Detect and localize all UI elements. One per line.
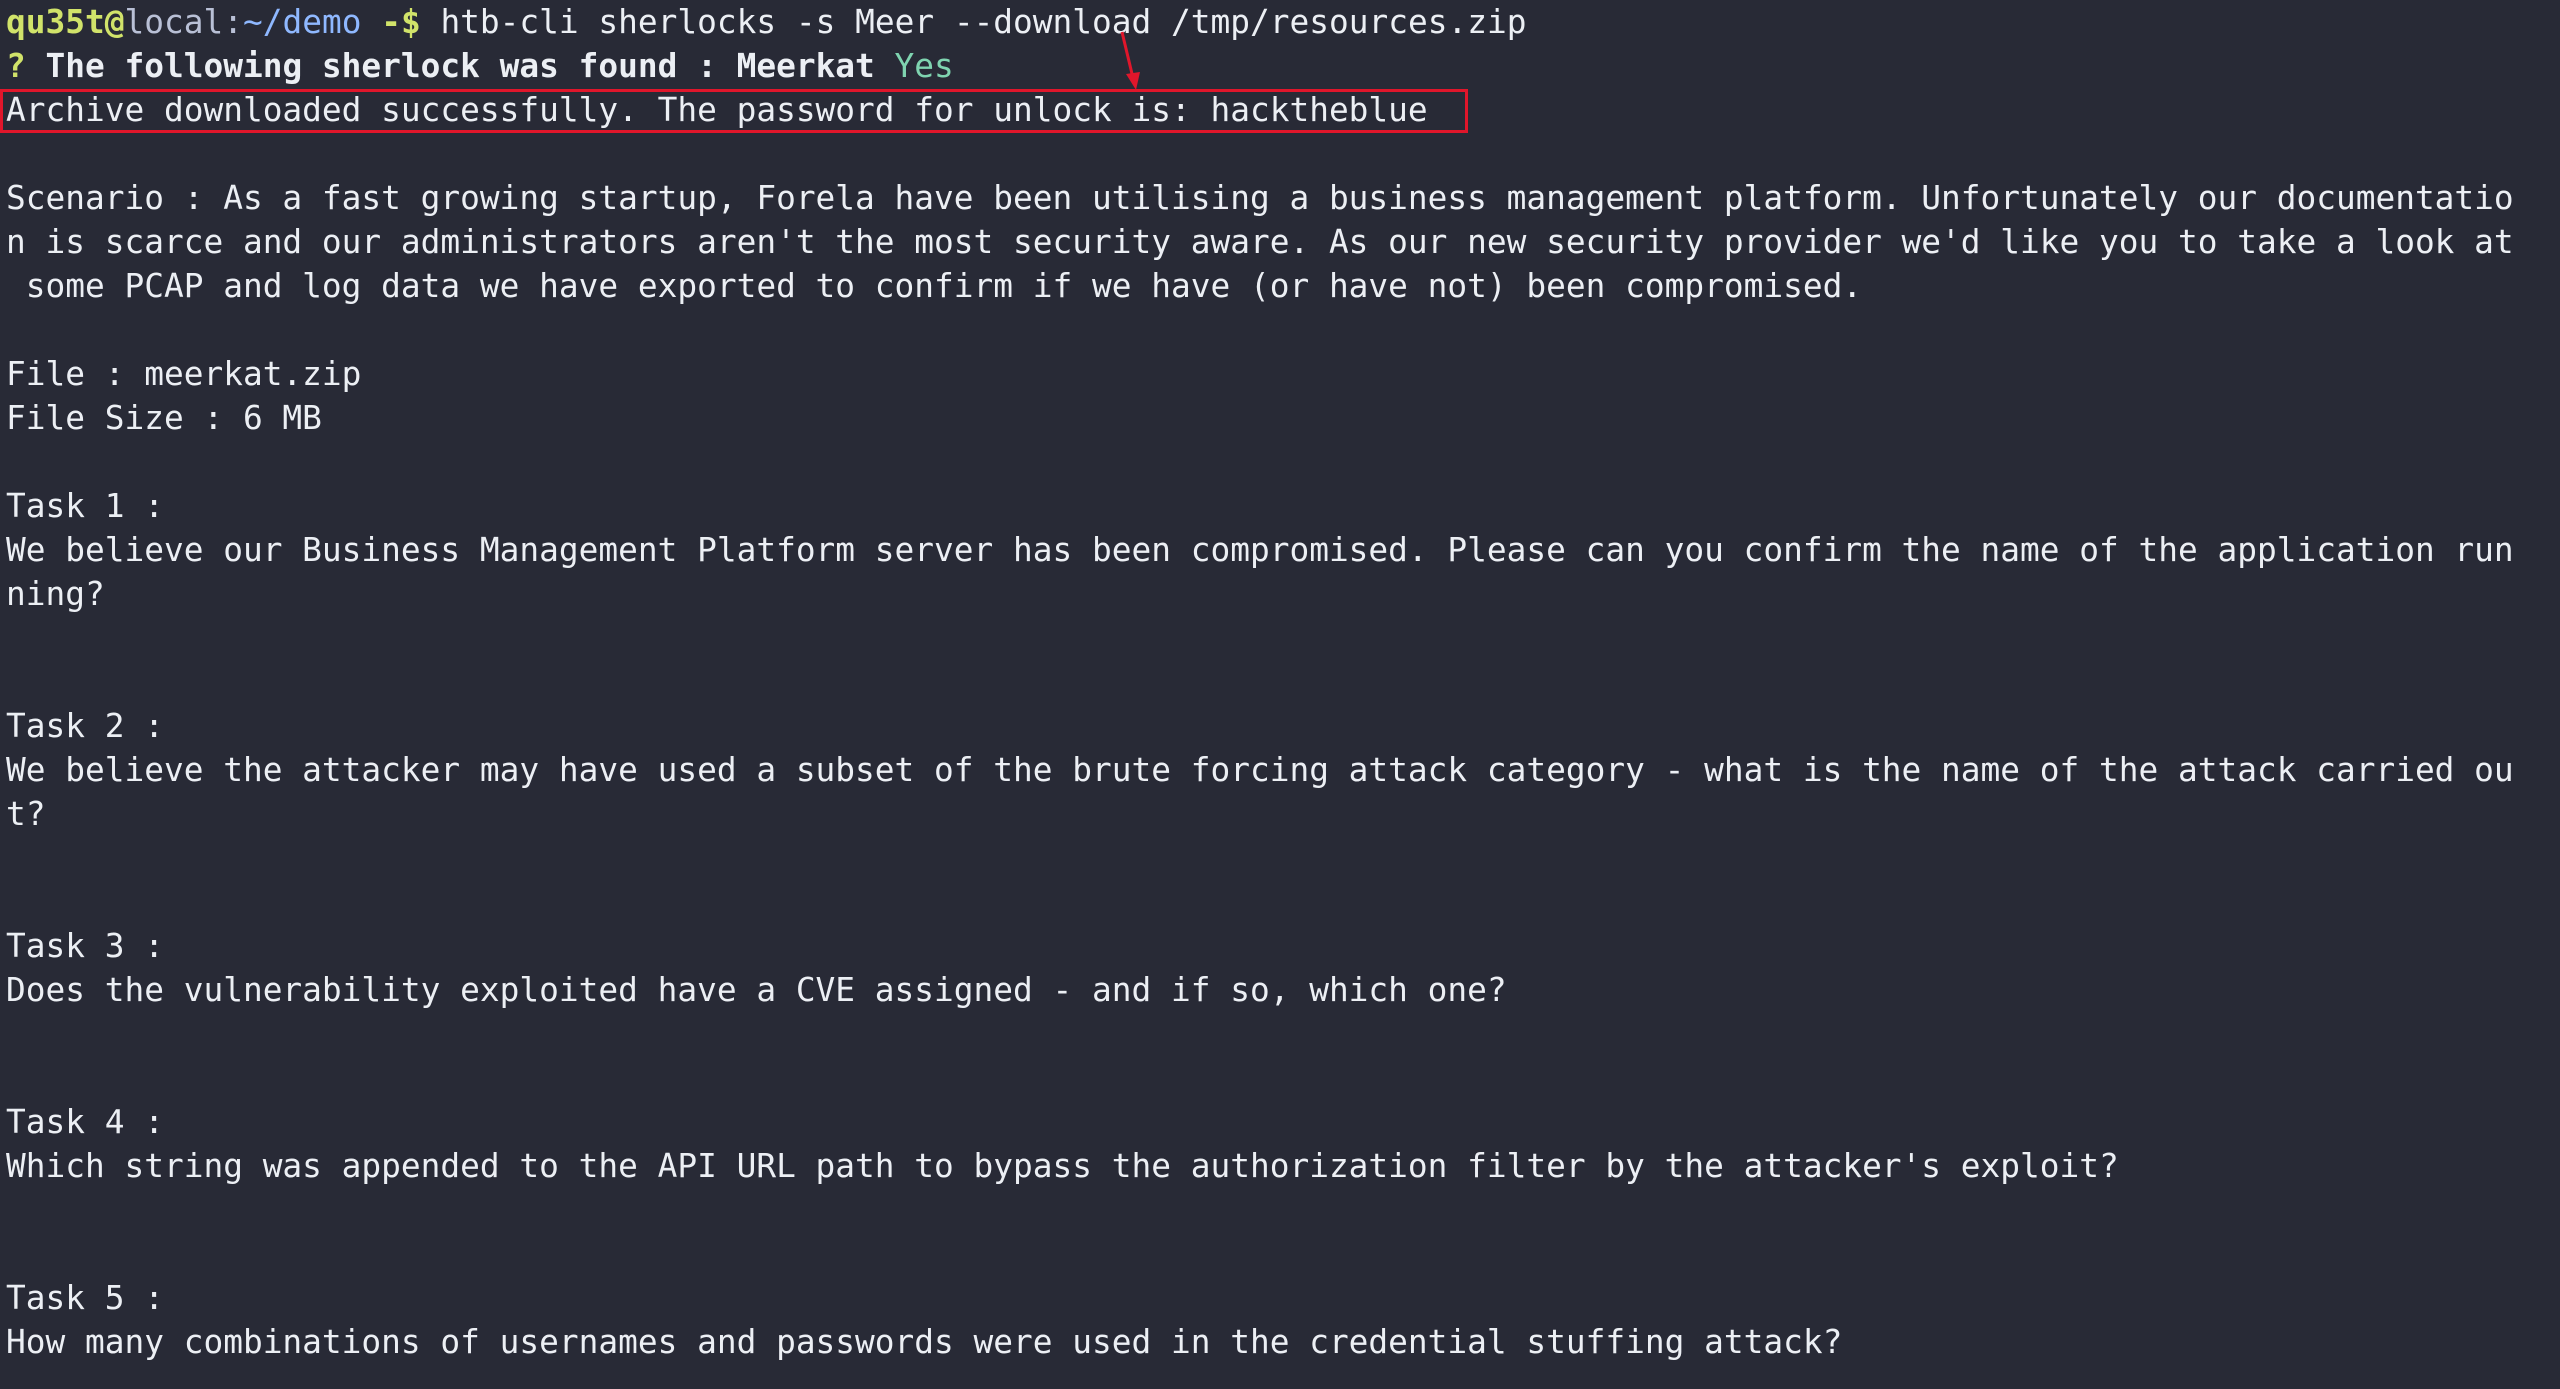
task-3-label: Task 3 : bbox=[6, 927, 164, 965]
terminal-window[interactable]: qu35t@local:~/demo -$ htb-cli sherlocks … bbox=[0, 0, 2560, 1389]
scenario-line-1: Scenario : As a fast growing startup, Fo… bbox=[6, 179, 2514, 217]
task-1-question-line-1: We believe our Business Management Platf… bbox=[6, 531, 2514, 569]
task-3-question-line-1: Does the vulnerability exploited have a … bbox=[6, 971, 1507, 1009]
download-message: Archive downloaded successfully. The pas… bbox=[6, 91, 1428, 129]
file-name-line: File : meerkat.zip bbox=[6, 355, 362, 393]
task-5-question-line-1: How many combinations of usernames and p… bbox=[6, 1323, 1843, 1361]
prompt-colon: : bbox=[223, 3, 243, 41]
prompt-path: ~/demo bbox=[242, 3, 362, 41]
task-5-label: Task 5 : bbox=[6, 1279, 164, 1317]
task-2-label: Task 2 : bbox=[6, 707, 164, 745]
task-1-label: Task 1 : bbox=[6, 487, 164, 525]
found-text: The following sherlock was found : Meerk… bbox=[25, 47, 875, 85]
prompt-symbol: -$ bbox=[361, 3, 441, 41]
prompt-at: @ bbox=[104, 3, 125, 41]
file-size-line: File Size : 6 MB bbox=[6, 399, 322, 437]
scenario-line-3: some PCAP and log data we have exported … bbox=[6, 267, 1863, 305]
found-line: ? The following sherlock was found : Mee… bbox=[6, 44, 2560, 88]
prompt-line: qu35t@local:~/demo -$ htb-cli sherlocks … bbox=[6, 0, 2560, 44]
task-1-question-line-2: ning? bbox=[6, 575, 105, 613]
task-4-question-line-1: Which string was appended to the API URL… bbox=[6, 1147, 2119, 1185]
found-answer: Yes bbox=[874, 47, 954, 85]
prompt-host: local bbox=[124, 3, 224, 41]
task-4-label: Task 4 : bbox=[6, 1103, 164, 1141]
scenario-line-2: n is scarce and our administrators aren'… bbox=[6, 223, 2514, 261]
question-mark: ? bbox=[6, 47, 26, 85]
task-2-question-line-2: t? bbox=[6, 795, 46, 833]
command-text: htb-cli sherlocks -s Meer --download /tm… bbox=[440, 3, 1527, 41]
task-2-question-line-1: We believe the attacker may have used a … bbox=[6, 751, 2514, 789]
prompt-user: qu35t bbox=[6, 3, 105, 41]
